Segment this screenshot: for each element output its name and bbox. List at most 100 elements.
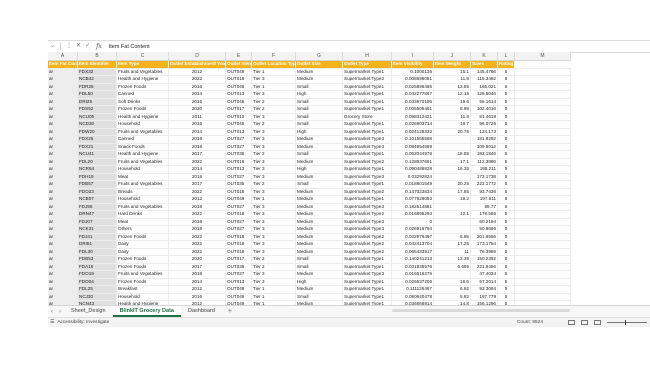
table-cell[interactable]: 19.6: [434, 98, 471, 105]
table-cell[interactable]: FDL25: [78, 286, 117, 293]
table-cell[interactable]: 115.3492: [471, 76, 498, 83]
table-cell[interactable]: [434, 203, 471, 210]
table-cell[interactable]: 0.005505481: [392, 106, 434, 113]
table-cell[interactable]: 124.173: [471, 128, 498, 135]
table-cell[interactable]: Supermarket Type1: [343, 293, 392, 300]
empty-cell[interactable]: [515, 211, 571, 218]
column-letter[interactable]: M: [515, 52, 571, 60]
table-cell[interactable]: Supermarket Type1: [343, 151, 392, 158]
table-cell[interactable]: DRI51: [78, 241, 117, 248]
table-cell[interactable]: 5: [498, 68, 515, 75]
table-cell[interactable]: Household: [117, 293, 169, 300]
prev-sheet-icon[interactable]: ‹: [51, 309, 53, 315]
table-cell[interactable]: Supermarket Type2: [343, 248, 392, 255]
table-cell[interactable]: Tier 3: [252, 136, 296, 143]
table-cell[interactable]: OUT027: [226, 226, 252, 233]
table-cell[interactable]: Small: [296, 121, 343, 128]
empty-cell[interactable]: [515, 203, 571, 210]
table-cell[interactable]: Tier 3: [252, 143, 296, 150]
table-cell[interactable]: 2011: [169, 113, 226, 120]
table-cell[interactable]: Small: [296, 293, 343, 300]
header-cell[interactable]: Sales: [471, 61, 498, 68]
table-cell[interactable]: Tier 3: [252, 271, 296, 278]
empty-cell[interactable]: [515, 188, 571, 195]
table-cell[interactable]: 0.022976497: [392, 233, 434, 240]
table-cell[interactable]: 2017: [169, 151, 226, 158]
table-cell[interactable]: OUT013: [226, 166, 252, 173]
column-letter[interactable]: H: [343, 52, 392, 60]
table-cell[interactable]: Tier 2: [252, 106, 296, 113]
table-cell[interactable]: Supermarket Type3: [343, 136, 392, 143]
table-cell[interactable]: 11: [434, 248, 471, 255]
table-cell[interactable]: 2018: [169, 136, 226, 143]
table-cell[interactable]: OUT027: [226, 143, 252, 150]
table-cell[interactable]: ar: [48, 113, 78, 120]
table-cell[interactable]: 2014: [169, 128, 226, 135]
table-cell[interactable]: 2014: [169, 91, 226, 98]
table-cell[interactable]: FDX21: [78, 143, 117, 150]
empty-cell[interactable]: [515, 181, 571, 188]
table-cell[interactable]: NCU05: [78, 113, 117, 120]
table-cell[interactable]: OUT017: [226, 106, 252, 113]
table-cell[interactable]: 5: [498, 256, 515, 263]
table-cell[interactable]: 2022: [169, 248, 226, 255]
table-cell[interactable]: 0.042413704: [392, 241, 434, 248]
table-cell[interactable]: Tier 1: [252, 68, 296, 75]
table-cell[interactable]: OUT018: [226, 211, 252, 218]
table-cell[interactable]: 18.85: [434, 151, 471, 158]
table-cell[interactable]: Supermarket Type1: [343, 106, 392, 113]
empty-cell[interactable]: [515, 136, 571, 143]
table-cell[interactable]: Supermarket Type2: [343, 76, 392, 83]
table-cell[interactable]: Fruits and Vegetables: [117, 271, 169, 278]
table-cell[interactable]: FDA16: [78, 263, 117, 270]
column-letter[interactable]: L: [498, 52, 515, 60]
table-cell[interactable]: Tier 3: [252, 128, 296, 135]
table-cell[interactable]: OUT035: [226, 181, 252, 188]
table-cell[interactable]: Fruits and Vegetables: [117, 68, 169, 75]
table-cell[interactable]: Medium: [296, 68, 343, 75]
table-cell[interactable]: Supermarket Type2: [343, 233, 392, 240]
table-cell[interactable]: Fruits and Vegetables: [117, 128, 169, 135]
table-cell[interactable]: 197.611: [471, 196, 498, 203]
table-cell[interactable]: Frozen Foods: [117, 233, 169, 240]
table-cell[interactable]: Tier 3: [252, 233, 296, 240]
table-cell[interactable]: 2016: [169, 293, 226, 300]
table-cell[interactable]: [434, 218, 471, 225]
table-cell[interactable]: ar: [48, 271, 78, 278]
table-cell[interactable]: OUT018: [226, 188, 252, 195]
table-cell[interactable]: NCD30: [78, 121, 117, 128]
table-cell[interactable]: 60.2194: [471, 218, 498, 225]
page-layout-icon[interactable]: [581, 320, 588, 325]
header-cell[interactable]: Item Weight: [434, 61, 471, 68]
table-cell[interactable]: Frozen Foods: [117, 263, 169, 270]
column-letter[interactable]: J: [434, 52, 471, 60]
table-cell[interactable]: ar: [48, 196, 78, 203]
table-cell[interactable]: 195.211: [471, 166, 498, 173]
empty-cell[interactable]: [515, 196, 571, 203]
empty-cell[interactable]: [515, 293, 571, 300]
empty-cell[interactable]: [515, 166, 571, 173]
table-cell[interactable]: Soft Drinks: [117, 98, 169, 105]
table-cell[interactable]: Supermarket Type2: [343, 188, 392, 195]
table-cell[interactable]: Medium: [296, 218, 343, 225]
table-cell[interactable]: Snack Foods: [117, 143, 169, 150]
table-cell[interactable]: FDJ07: [78, 218, 117, 225]
table-cell[interactable]: OUT027: [226, 203, 252, 210]
empty-cell[interactable]: [515, 256, 571, 263]
table-cell[interactable]: Tier 1: [252, 286, 296, 293]
table-cell[interactable]: High: [296, 278, 343, 285]
table-cell[interactable]: 5: [498, 233, 515, 240]
table-cell[interactable]: FDB53: [78, 256, 117, 263]
table-cell[interactable]: 0.147023834: [392, 188, 434, 195]
table-cell[interactable]: 2014: [169, 166, 226, 173]
table-cell[interactable]: Supermarket Type1: [343, 256, 392, 263]
table-cell[interactable]: Tier 3: [252, 203, 296, 210]
table-cell[interactable]: Small: [296, 151, 343, 158]
table-cell[interactable]: Canned: [117, 136, 169, 143]
column-letter[interactable]: D: [169, 52, 226, 60]
table-cell[interactable]: 5: [498, 181, 515, 188]
table-cell[interactable]: Tier 3: [252, 241, 296, 248]
table-cell[interactable]: 222.1772: [471, 181, 498, 188]
tab-blinkit-grocery-data[interactable]: BlinkIT Grocery Data: [112, 306, 181, 317]
table-cell[interactable]: 6.85: [434, 233, 471, 240]
